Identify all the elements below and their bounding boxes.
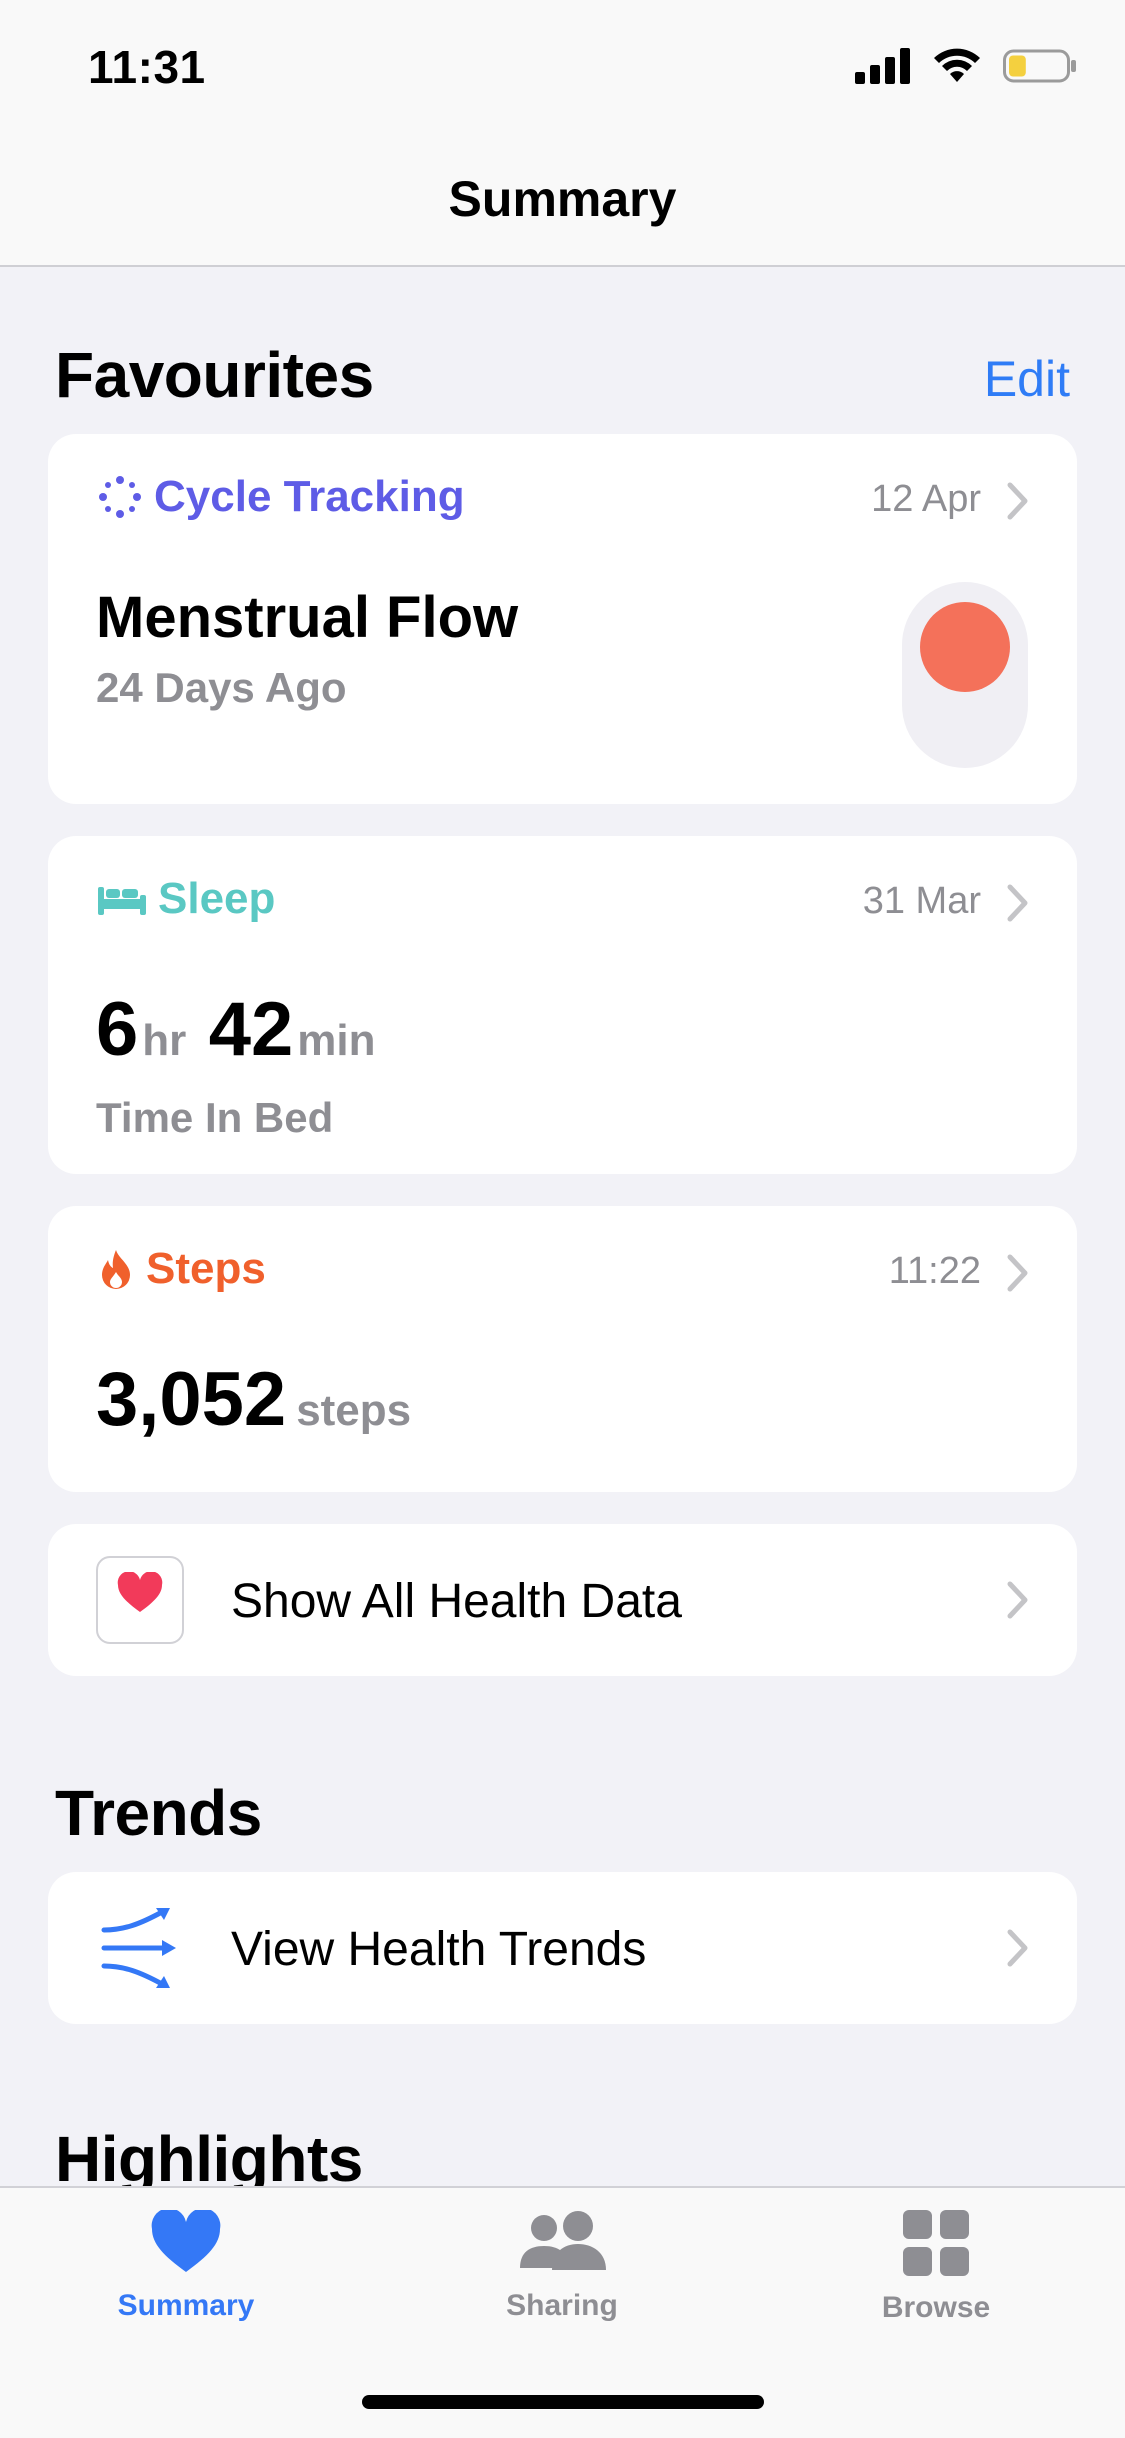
status-time: 11:31	[88, 41, 206, 93]
favourites-heading: Favourites	[55, 339, 374, 411]
chevron-right-icon	[1007, 1581, 1028, 1619]
chevron-right-icon	[1007, 1929, 1028, 1967]
sleep-header: Sleep	[98, 874, 275, 924]
cycle-tracking-date: 12 Apr	[871, 478, 981, 520]
status-bar: 11:31	[0, 0, 1125, 130]
status-icons	[855, 48, 1077, 84]
tab-browse-label: Browse	[881, 2291, 991, 2324]
chevron-right-icon	[1007, 1254, 1028, 1292]
flow-indicator-dot	[920, 602, 1010, 692]
menstrual-flow-label: Menstrual Flow	[96, 585, 519, 650]
grid-icon	[903, 2210, 969, 2276]
cycle-tracking-card[interactable]: Cycle Tracking 12 Apr Menstrual Flow 24 …	[48, 434, 1077, 804]
steps-time: 11:22	[888, 1250, 981, 1292]
page-title: Summary	[448, 171, 677, 227]
sleep-title: Sleep	[158, 874, 276, 923]
trends-arrows-icon	[101, 1908, 176, 1988]
sleep-hours: 6	[96, 987, 139, 1072]
navigation-bar: Summary	[0, 130, 1125, 267]
wifi-icon	[934, 48, 980, 82]
highlights-heading: Highlights	[55, 2123, 363, 2195]
sleep-hours-unit: hr	[142, 1016, 187, 1065]
steps-header: Steps	[98, 1244, 266, 1294]
sleep-value: 6hr 42min	[96, 986, 376, 1073]
people-icon	[520, 2211, 606, 2270]
view-health-trends-label: View Health Trends	[231, 1923, 647, 1976]
cycle-tracking-header: Cycle Tracking	[98, 472, 465, 522]
health-app-icon	[96, 1556, 184, 1644]
view-health-trends-row[interactable]: View Health Trends	[48, 1872, 1077, 2024]
battery-fill	[1009, 55, 1026, 77]
bed-icon	[98, 887, 146, 915]
edit-button[interactable]: Edit	[984, 350, 1070, 408]
chevron-right-icon	[1007, 482, 1028, 520]
tab-summary-label: Summary	[117, 2289, 255, 2322]
tab-browse[interactable]: Browse	[806, 2210, 1066, 2325]
home-indicator[interactable]	[362, 2395, 764, 2409]
cycle-tracking-icon	[99, 476, 141, 518]
sleep-minutes-unit: min	[297, 1016, 376, 1065]
trends-heading: Trends	[55, 1777, 262, 1849]
show-all-health-data-row[interactable]: Show All Health Data	[48, 1524, 1077, 1676]
sleep-minutes: 42	[208, 987, 294, 1072]
cycle-tracking-title: Cycle Tracking	[154, 472, 465, 521]
heart-icon	[151, 2208, 221, 2272]
cellular-signal-icon	[855, 48, 910, 84]
steps-card[interactable]: Steps 11:22 3,052 steps	[48, 1206, 1077, 1492]
show-all-health-data-label: Show All Health Data	[231, 1575, 682, 1628]
sleep-card[interactable]: Sleep 31 Mar 6hr 42min Time In Bed	[48, 836, 1077, 1174]
tab-sharing[interactable]: Sharing	[432, 2210, 692, 2323]
tab-summary[interactable]: Summary	[56, 2208, 316, 2323]
sleep-detail: Time In Bed	[96, 1094, 334, 1141]
menstrual-flow-detail: 24 Days Ago	[96, 664, 347, 711]
flow-indicator-pill	[902, 582, 1028, 768]
flame-icon	[102, 1250, 130, 1289]
steps-count: 3,052	[96, 1357, 287, 1442]
tab-sharing-label: Sharing	[506, 2289, 618, 2322]
battery-icon	[1003, 49, 1076, 83]
steps-unit: steps	[296, 1386, 412, 1435]
sleep-date: 31 Mar	[862, 880, 981, 922]
heart-icon	[117, 1572, 163, 1612]
steps-title: Steps	[146, 1244, 266, 1293]
chevron-right-icon	[1007, 884, 1028, 922]
steps-value: 3,052 steps	[96, 1356, 411, 1443]
